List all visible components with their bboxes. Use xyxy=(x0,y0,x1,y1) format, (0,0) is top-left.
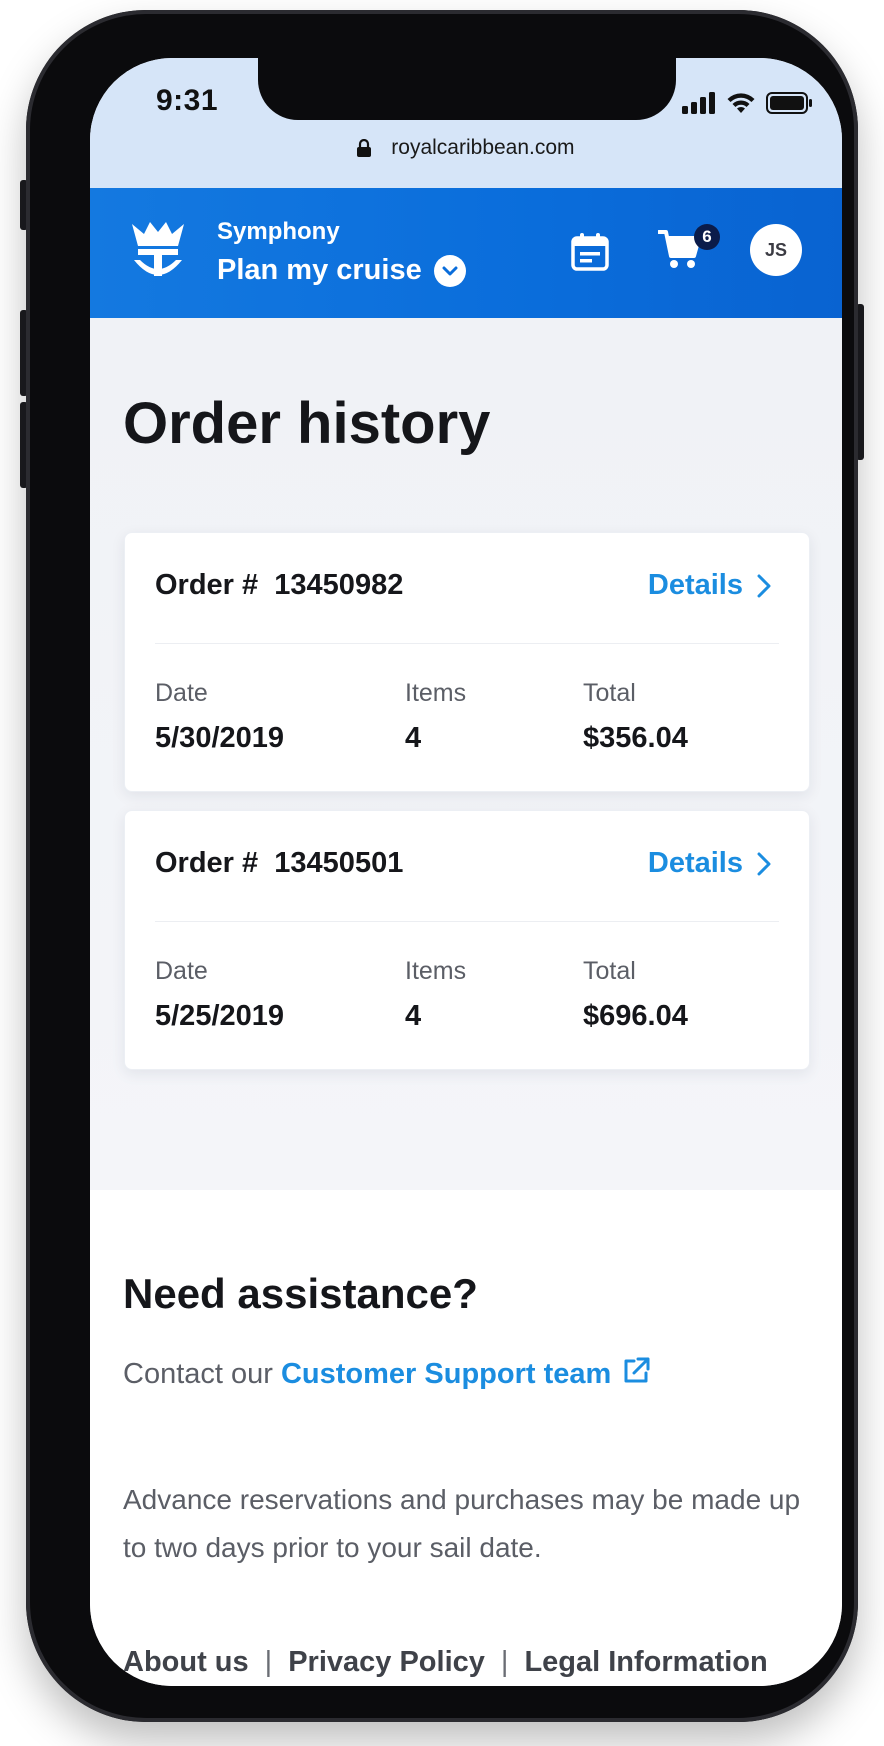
phone-screen: 9:31 royalcaribbean.com Symphony Plan my… xyxy=(90,58,842,1686)
items-value: 4 xyxy=(405,722,422,754)
status-time: 9:31 xyxy=(156,84,219,117)
phone-frame: 9:31 royalcaribbean.com Symphony Plan my… xyxy=(26,10,858,1722)
order-prefix: Order # xyxy=(155,569,259,601)
date-label: Date xyxy=(155,679,208,707)
plan-my-cruise-menu[interactable]: Plan my cruise xyxy=(217,254,466,287)
date-label: Date xyxy=(155,957,208,985)
cart-count-badge: 6 xyxy=(694,224,720,250)
chevron-right-icon xyxy=(757,574,771,597)
order-total: Total $696.04 xyxy=(583,957,688,1033)
status-icons xyxy=(682,92,812,114)
footer-link-privacy[interactable]: Privacy Policy xyxy=(288,1646,485,1678)
total-label: Total xyxy=(583,679,636,707)
card-divider xyxy=(155,921,779,922)
customer-support-link[interactable]: Customer Support team xyxy=(280,1357,651,1390)
order-items: Items 4 xyxy=(405,679,466,755)
device-mockup: 9:31 royalcaribbean.com Symphony Plan my… xyxy=(0,0,884,1746)
order-date: Date 5/25/2019 xyxy=(155,957,284,1033)
order-card: Order # 13450982 Details Date 5/30/2019 … xyxy=(124,532,810,792)
order-date: Date 5/30/2019 xyxy=(155,679,284,755)
order-total: Total $356.04 xyxy=(583,679,688,755)
page-title: Order history xyxy=(123,391,491,456)
battery-icon xyxy=(766,92,812,114)
footer-links: About us | Privacy Policy | Legal Informatio… xyxy=(123,1646,768,1679)
order-items: Items 4 xyxy=(405,957,466,1033)
footer-link-legal[interactable]: Legal Information xyxy=(524,1646,767,1678)
assistance-title: Need assistance? xyxy=(123,1270,478,1317)
app-header: Symphony Plan my cruise 6 JS xyxy=(90,188,842,318)
order-number-value: 13450982 xyxy=(274,569,404,601)
footer-separator: | xyxy=(500,1646,509,1678)
order-number: Order # 13450982 xyxy=(155,569,403,602)
order-number: Order # 13450501 xyxy=(155,847,403,880)
wifi-icon xyxy=(727,93,755,113)
date-value: 5/25/2019 xyxy=(155,1000,285,1032)
ship-name: Symphony xyxy=(217,218,340,245)
contact-line: Contact our Customer Support team xyxy=(123,1356,651,1391)
details-label: Details xyxy=(647,847,743,879)
status-bar: 9:31 royalcaribbean.com xyxy=(90,58,842,188)
contact-prefix: Contact our xyxy=(123,1358,273,1390)
order-prefix: Order # xyxy=(155,847,259,879)
footer-separator: | xyxy=(264,1646,273,1678)
footer-link-about[interactable]: About us xyxy=(123,1646,249,1678)
notch xyxy=(258,58,676,120)
plan-menu-label: Plan my cruise xyxy=(217,254,422,286)
total-value: $356.04 xyxy=(583,722,688,754)
url-bar[interactable]: royalcaribbean.com xyxy=(90,136,842,160)
details-link[interactable]: Details xyxy=(648,569,771,602)
items-label: Items xyxy=(405,679,467,707)
user-avatar[interactable]: JS xyxy=(750,224,802,276)
crown-anchor-logo-icon[interactable] xyxy=(128,220,188,282)
external-link-icon xyxy=(624,1357,650,1383)
chevron-down-icon xyxy=(433,254,466,287)
date-value: 5/30/2019 xyxy=(155,722,285,754)
items-value: 4 xyxy=(405,1000,422,1032)
reservation-note: Advance reservations and purchases may b… xyxy=(123,1484,801,1563)
lock-icon xyxy=(357,139,372,158)
items-label: Items xyxy=(405,957,467,985)
details-label: Details xyxy=(647,569,743,601)
card-divider xyxy=(155,643,779,644)
total-label: Total xyxy=(583,957,636,985)
customer-support-link-label: Customer Support team xyxy=(280,1358,612,1390)
calendar-icon[interactable] xyxy=(570,232,610,272)
chevron-right-icon xyxy=(757,852,771,875)
url-text: royalcaribbean.com xyxy=(391,136,575,159)
order-card: Order # 13450501 Details Date 5/25/2019 … xyxy=(124,810,810,1070)
order-history-section: Order history Order # 13450982 Details D… xyxy=(90,318,842,1190)
total-value: $696.04 xyxy=(583,1000,688,1032)
details-link[interactable]: Details xyxy=(648,847,771,880)
signal-icon xyxy=(682,92,715,114)
order-number-value: 13450501 xyxy=(274,847,404,879)
assistance-section: Need assistance? Contact our Customer Su… xyxy=(90,1190,842,1686)
